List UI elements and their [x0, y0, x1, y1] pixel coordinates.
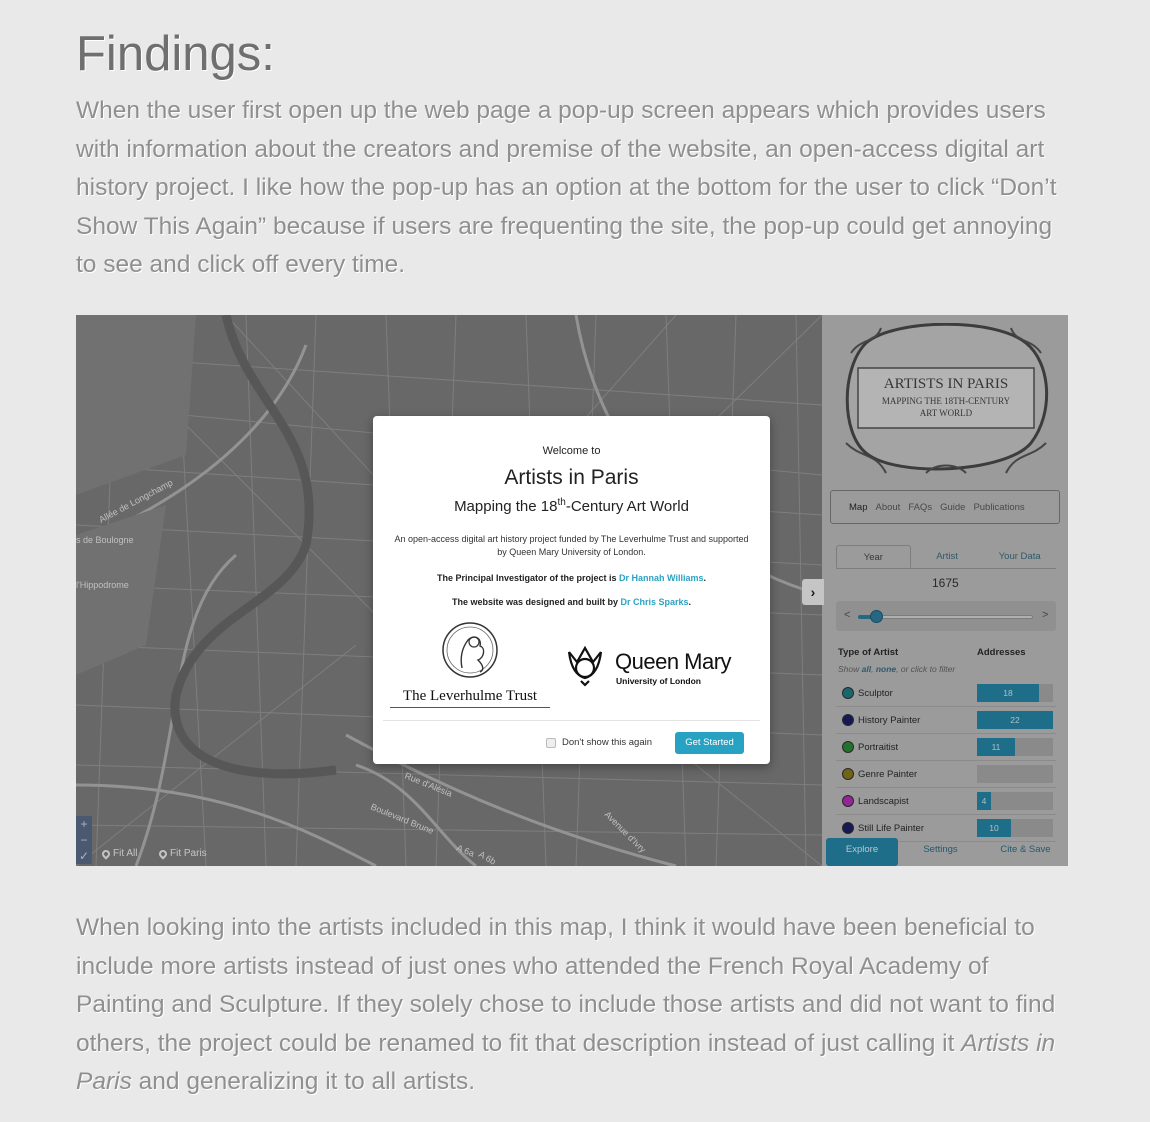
fit-paris-label: Fit Paris — [170, 848, 207, 859]
fit-paris-button[interactable]: Fit Paris — [157, 847, 207, 860]
address-bar-track — [977, 765, 1053, 783]
artist-type-label: History Painter — [858, 715, 921, 726]
artist-type-label: Landscapist — [858, 796, 909, 807]
check-icon: ✓ — [78, 849, 90, 863]
dont-show-checkbox[interactable] — [546, 738, 556, 748]
fit-all-label: Fit All — [113, 848, 138, 859]
artist-row[interactable]: Sculptor 18 — [836, 680, 1056, 707]
modal-footer-divider — [383, 720, 760, 721]
zoom-out-button[interactable]: − — [76, 832, 92, 848]
show-all-link[interactable]: all — [862, 664, 871, 674]
pin-icon — [157, 847, 169, 860]
show-none-link[interactable]: none — [876, 664, 896, 674]
sidebar: ARTISTS IN PARIS MAPPING THE 18TH-CENTUR… — [822, 315, 1068, 866]
nav-about[interactable]: About — [875, 502, 900, 513]
color-swatch-icon — [842, 741, 854, 753]
artist-type-label: Still Life Painter — [858, 823, 925, 834]
get-started-button[interactable]: Get Started — [675, 732, 744, 754]
color-swatch-icon — [842, 795, 854, 807]
address-count-bar: 10 — [977, 819, 1011, 837]
slider-prev-button[interactable]: < — [844, 609, 850, 621]
modal-subtitle-sup: th — [557, 497, 566, 508]
filter-note-show: Show — [838, 664, 862, 674]
modal-subtitle-b: -Century Art World — [565, 498, 689, 515]
tab-explore[interactable]: Explore — [826, 838, 898, 866]
address-count-bar: 11 — [977, 738, 1015, 756]
bottom-tabs: Explore Settings Cite & Save — [822, 837, 1068, 866]
site-end: . — [688, 597, 692, 607]
color-swatch-icon — [842, 687, 854, 699]
queen-mary-subtitle: University of London — [616, 676, 701, 686]
modal-pi-line: The Principal Investigator of the projec… — [373, 573, 770, 583]
site-text: The website was designed and built by — [451, 597, 621, 607]
artist-row[interactable]: History Painter 22 — [836, 707, 1056, 734]
welcome-modal: Welcome to Artists in Paris Mapping the … — [373, 416, 770, 764]
designer-link[interactable]: Dr Chris Sparks — [620, 597, 688, 607]
nav-publications[interactable]: Publications — [973, 502, 1024, 513]
address-count-bar: 4 — [977, 792, 991, 810]
modal-subtitle-a: Mapping the 18 — [454, 498, 558, 515]
nav-faqs[interactable]: FAQs — [908, 502, 932, 513]
logo-title: ARTISTS IN PARIS — [884, 376, 1008, 392]
map-label-hippodrome: l'Hippodrome — [76, 580, 129, 590]
screenshot-artists-in-paris: Allée de Longchamp s de Boulogne l'Hippo… — [76, 315, 1068, 866]
page-heading: Findings: — [76, 27, 275, 81]
color-swatch-icon — [842, 822, 854, 834]
artist-row[interactable]: Genre Painter — [836, 761, 1056, 788]
nav-map[interactable]: Map — [849, 502, 867, 513]
artist-row[interactable]: Portraitist 11 — [836, 734, 1056, 761]
leverhulme-name: The Leverhulme Trust — [402, 688, 538, 704]
tab-cite-save[interactable]: Cite & Save — [983, 838, 1068, 866]
year-slider[interactable]: < > — [836, 601, 1056, 631]
slider-handle[interactable] — [869, 610, 883, 623]
color-swatch-icon — [842, 768, 854, 780]
dont-show-label[interactable]: Don't show this again — [562, 737, 652, 748]
leverhulme-underline — [390, 707, 550, 708]
logo-subtitle-2: ART WORLD — [920, 408, 973, 418]
sidebar-toggle-button[interactable]: › — [802, 579, 824, 605]
modal-subtitle: Mapping the 18th-Century Art World — [373, 497, 770, 515]
modal-welcome: Welcome to — [542, 445, 601, 457]
filter-tabs: Year Artist Your Data — [836, 545, 1056, 569]
address-count-bar: 18 — [977, 684, 1039, 702]
pi-link[interactable]: Dr Hannah Williams — [619, 573, 703, 583]
modal-title: Artists in Paris — [504, 466, 639, 489]
artist-type-label: Sculptor — [858, 688, 893, 699]
pin-icon — [100, 847, 112, 860]
tab-year[interactable]: Year — [836, 545, 911, 568]
zoom-in-button[interactable]: + — [76, 816, 92, 832]
artist-type-label: Portraitist — [858, 742, 899, 753]
para2-text-b: and generalizing it to all artists. — [131, 1068, 476, 1095]
queen-mary-name: Queen Mary — [615, 649, 732, 674]
artist-row[interactable]: Landscapist 4 — [836, 788, 1056, 815]
findings-paragraph-2: When looking into the artists included i… — [76, 909, 1076, 1102]
artist-type-label: Genre Painter — [858, 769, 918, 780]
fit-all-button[interactable]: Fit All — [100, 847, 138, 860]
slider-next-button[interactable]: > — [1042, 609, 1048, 621]
modal-description: An open-access digital art history proje… — [394, 534, 749, 557]
type-of-artist-header: Type of Artist — [838, 647, 899, 658]
tab-artist[interactable]: Artist — [911, 545, 984, 568]
para2-text-a: When looking into the artists included i… — [76, 914, 1056, 1057]
address-count-bar: 22 — [977, 711, 1053, 729]
map-label-boulogne: s de Boulogne — [76, 535, 134, 545]
modal-site-line: The website was designed and built by Dr… — [373, 597, 770, 607]
year-value: 1675 — [932, 576, 959, 590]
tab-your-data[interactable]: Your Data — [983, 545, 1056, 568]
logo-subtitle: MAPPING THE 18TH-CENTURY — [882, 396, 1011, 406]
pi-end: . — [703, 573, 706, 583]
filter-note-rest: , or click to filter — [896, 664, 956, 674]
slider-track[interactable] — [858, 615, 1033, 619]
nav-guide[interactable]: Guide — [940, 502, 965, 513]
main-nav: Map About FAQs Guide Publications — [830, 490, 1060, 524]
locate-button[interactable]: ✓ — [76, 848, 92, 864]
artists-in-paris-logo: ARTISTS IN PARIS MAPPING THE 18TH-CENTUR… — [845, 323, 1049, 474]
pi-text: The Principal Investigator of the projec… — [437, 573, 620, 583]
filter-note: Show all, none, or click to filter — [838, 664, 955, 674]
findings-paragraph-1: When the user first open up the web page… — [76, 97, 1057, 278]
tab-settings[interactable]: Settings — [898, 838, 983, 866]
color-swatch-icon — [842, 714, 854, 726]
addresses-header: Addresses — [977, 647, 1026, 658]
